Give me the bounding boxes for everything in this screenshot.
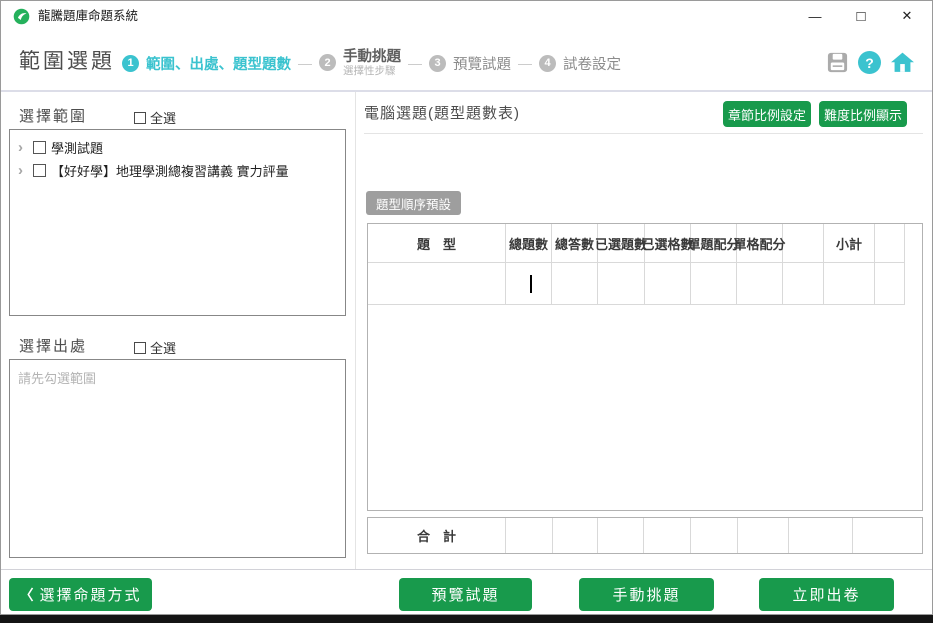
question-order-tag[interactable]: 題型順序預設 (366, 191, 461, 215)
step-3-label: 預覽試題 (453, 53, 511, 74)
manual-pick-button[interactable]: 手動挑題 (579, 578, 714, 611)
step-separator: — (518, 55, 532, 71)
header-separator (1, 90, 932, 92)
total-cell (853, 518, 922, 553)
step-2-sublabel: 選擇性步驟 (343, 65, 401, 77)
total-cell (506, 518, 553, 553)
col-total-questions: 總題數 (506, 224, 552, 263)
total-row: 合 計 (367, 517, 923, 554)
col-total-answers: 總答數 (552, 224, 598, 263)
preview-questions-button[interactable]: 預覽試題 (399, 578, 532, 611)
cell-spacer (783, 263, 824, 305)
wizard-stepper: 1 範圍、出處、題型題數 — 2 手動挑題 選擇性步驟 — 3 預覽試題 — 4… (122, 41, 621, 85)
home-icon[interactable] (890, 50, 915, 75)
col-subtotal: 小計 (824, 224, 875, 263)
help-icon[interactable]: ? (858, 51, 881, 74)
step-4-label: 試卷設定 (563, 53, 621, 74)
table-row (368, 263, 922, 305)
chevron-left-icon: 〈 (19, 585, 33, 605)
step-4-badge: 4 (539, 55, 556, 72)
cell-total-questions-input[interactable] (506, 263, 552, 305)
tree-item-label: 學測試題 (51, 138, 103, 157)
save-icon[interactable] (826, 51, 849, 74)
cell-spacer-end (875, 263, 905, 305)
minimize-button[interactable]: — (792, 1, 838, 31)
step-separator: — (408, 55, 422, 71)
col-points-per-question: 單題配分 (691, 224, 737, 263)
question-type-table: 題 型 總題數 總答數 已選題數 已選格數 單題配分 單格配分 小計 (367, 223, 923, 511)
source-select-all-label: 全選 (150, 338, 176, 357)
screen: 龍騰題庫命題系統 — □ ✕ 範圍選題 1 範圍、出處、題型題數 — 2 手動挑… (0, 0, 933, 623)
header-icons: ? (826, 50, 915, 75)
source-select-all-checkbox[interactable] (134, 342, 146, 354)
main-separator (364, 133, 923, 134)
cell-total-answers[interactable] (552, 263, 598, 305)
step-separator: — (298, 55, 312, 71)
table-header-row: 題 型 總題數 總答數 已選題數 已選格數 單題配分 單格配分 小計 (368, 224, 922, 263)
taskbar-strip (0, 615, 933, 623)
difficulty-ratio-button[interactable]: 難度比例顯示 (819, 101, 907, 127)
range-select-all-checkbox[interactable] (134, 112, 146, 124)
range-section-title: 選擇範圍 (19, 105, 87, 126)
window-controls: — □ ✕ (792, 1, 930, 31)
total-label: 合 計 (368, 518, 506, 553)
cell-points-per-question[interactable] (691, 263, 737, 305)
source-section-title: 選擇出處 (19, 335, 87, 356)
cell-question-type[interactable] (368, 263, 506, 305)
chapter-ratio-button[interactable]: 章節比例設定 (723, 101, 811, 127)
col-spacer (783, 224, 824, 263)
tree-item-label: 【好好學】地理學測總複習講義 實力評量 (51, 161, 289, 180)
step-2-label: 手動挑題 (343, 49, 401, 66)
generate-paper-button[interactable]: 立即出卷 (759, 578, 894, 611)
step-1-range[interactable]: 1 範圍、出處、題型題數 (122, 53, 291, 74)
total-cell (598, 518, 644, 553)
source-select-all[interactable]: 全選 (134, 338, 176, 357)
maximize-button[interactable]: □ (838, 1, 884, 31)
expand-chevron-icon[interactable]: › (18, 163, 28, 178)
step-1-badge: 1 (122, 55, 139, 72)
page-title: 範圍選題 (19, 45, 115, 75)
step-2-manual-pick[interactable]: 2 手動挑題 選擇性步驟 (319, 49, 401, 78)
tree-item-checkbox[interactable] (33, 141, 46, 154)
range-select-all[interactable]: 全選 (134, 108, 176, 127)
tree-item-checkbox[interactable] (33, 164, 46, 177)
app-window: 龍騰題庫命題系統 — □ ✕ 範圍選題 1 範圍、出處、題型題數 — 2 手動挑… (0, 0, 933, 615)
expand-chevron-icon[interactable]: › (18, 140, 28, 155)
col-spacer-end (875, 224, 905, 263)
total-cell (738, 518, 789, 553)
col-points-per-blank: 單格配分 (737, 224, 783, 263)
total-cell (553, 518, 598, 553)
step-2-badge: 2 (319, 54, 336, 71)
step-3-badge: 3 (429, 55, 446, 72)
total-cell (691, 518, 738, 553)
range-select-all-label: 全選 (150, 108, 176, 127)
cell-subtotal[interactable] (824, 263, 875, 305)
app-logo-icon (13, 8, 30, 25)
step-1-label: 範圍、出處、題型題數 (146, 53, 291, 74)
title-bar: 龍騰題庫命題系統 — □ ✕ (1, 1, 932, 31)
source-list: 請先勾選範圍 (9, 359, 346, 558)
total-cell (789, 518, 853, 553)
close-button[interactable]: ✕ (884, 1, 930, 31)
cell-points-per-blank[interactable] (737, 263, 783, 305)
source-placeholder: 請先勾選範圍 (18, 368, 337, 387)
cell-selected-blanks[interactable] (645, 263, 691, 305)
cell-selected-questions[interactable] (598, 263, 645, 305)
text-caret (530, 275, 532, 293)
computer-selection-title: 電腦選題(題型題數表) (364, 102, 520, 123)
col-selected-blanks: 已選格數 (645, 224, 691, 263)
back-to-mode-button[interactable]: 〈 選擇命題方式 (9, 578, 152, 611)
col-selected-questions: 已選題數 (598, 224, 645, 263)
step-3-preview[interactable]: 3 預覽試題 (429, 53, 511, 74)
tree-item-workbook[interactable]: › 【好好學】地理學測總複習講義 實力評量 (10, 159, 345, 182)
total-cell (644, 518, 691, 553)
panel-divider (355, 92, 356, 569)
step-4-paper-settings[interactable]: 4 試卷設定 (539, 53, 621, 74)
back-button-label: 選擇命題方式 (39, 584, 141, 605)
window-title: 龍騰題庫命題系統 (38, 1, 138, 31)
range-tree: › 學測試題 › 【好好學】地理學測總複習講義 實力評量 (9, 129, 346, 316)
tree-item-exam[interactable]: › 學測試題 (10, 136, 345, 159)
col-question-type: 題 型 (368, 224, 506, 263)
footer-separator (1, 569, 932, 570)
